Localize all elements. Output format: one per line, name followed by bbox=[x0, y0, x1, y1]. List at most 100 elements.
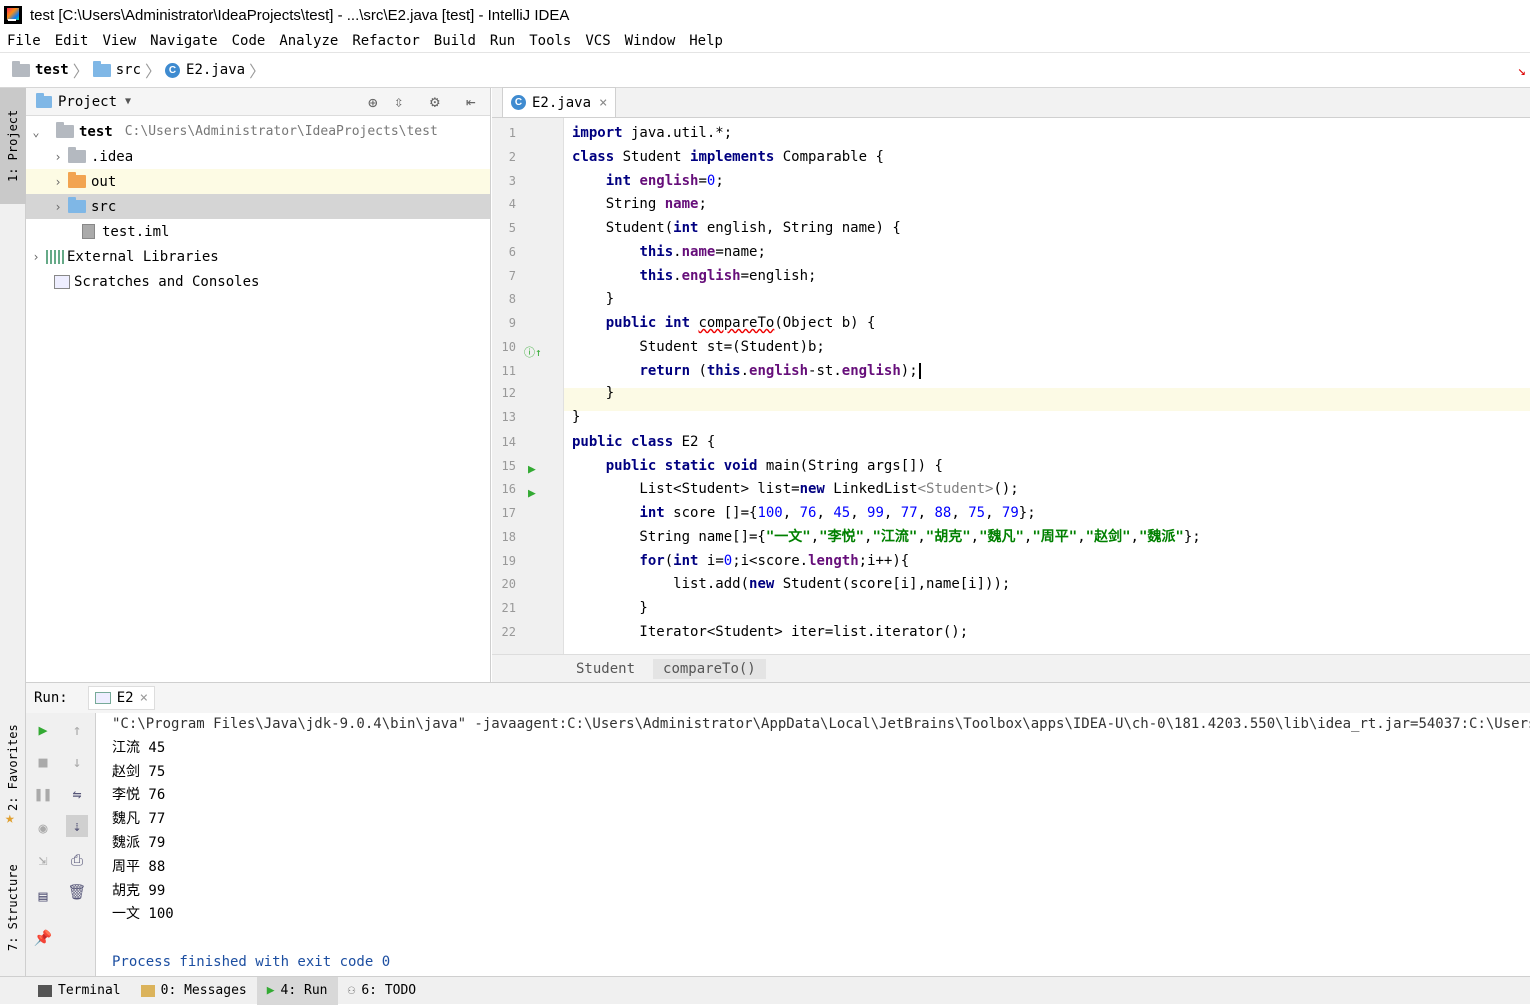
scratches-icon bbox=[54, 274, 70, 289]
menu-file[interactable]: File bbox=[0, 33, 48, 49]
tree-external-libraries[interactable]: › External Libraries bbox=[26, 244, 490, 269]
run-icon: ▶ bbox=[266, 983, 275, 998]
tree-item-out[interactable]: › out bbox=[26, 169, 490, 194]
menu-vcs[interactable]: VCS bbox=[578, 33, 617, 49]
breadcrumb-project[interactable]: test 〉 bbox=[12, 58, 89, 82]
left-tool-strip: 1: Project 2: Favorites ★ 7: Structure bbox=[0, 88, 26, 976]
folder-icon bbox=[68, 197, 86, 213]
run-panel: Run: E2 × ▶ ■ ❚❚ ◉ ⇲ ▤ 📌 ↑ ↓ ⇋ ⇣ ⎙ 🗑 "C:… bbox=[26, 682, 1530, 977]
console-line: 赵剑 75 bbox=[112, 763, 166, 780]
code-line: } bbox=[572, 291, 615, 307]
tree-item-src[interactable]: › src bbox=[26, 194, 490, 219]
chevron-right-icon: 〉 bbox=[145, 62, 162, 81]
code-line: List<Student> list=new LinkedList<Studen… bbox=[572, 481, 1019, 497]
tab-project[interactable]: 1: Project bbox=[0, 88, 26, 204]
console-output[interactable]: "C:\Program Files\Java\jdk-9.0.4\bin\jav… bbox=[112, 713, 1530, 977]
stop-icon[interactable]: ■ bbox=[32, 751, 54, 773]
pause-icon[interactable]: ❚❚ bbox=[32, 783, 54, 805]
arrow-up-icon[interactable]: ↑ bbox=[66, 719, 88, 741]
tab-e2-java[interactable]: C E2.java × bbox=[502, 87, 617, 117]
menu-bar: File Edit View Navigate Code Analyze Ref… bbox=[0, 30, 1530, 52]
close-icon[interactable]: × bbox=[140, 690, 148, 706]
caret-down-icon[interactable]: ▼ bbox=[125, 96, 131, 107]
trash-icon[interactable]: 🗑 bbox=[66, 881, 88, 903]
menu-edit[interactable]: Edit bbox=[48, 33, 96, 49]
line-number: 7 bbox=[508, 269, 516, 283]
chevron-right-icon[interactable]: › bbox=[48, 175, 68, 189]
menu-navigate[interactable]: Navigate bbox=[143, 33, 224, 49]
tool-terminal[interactable]: Terminal bbox=[0, 977, 131, 1005]
menu-code[interactable]: Code bbox=[225, 33, 273, 49]
chevron-right-icon[interactable]: › bbox=[26, 250, 46, 264]
hide-panel-icon[interactable]: ⇤ bbox=[466, 92, 476, 111]
editor-tabs: C E2.java × bbox=[492, 87, 1530, 118]
tool-run[interactable]: ▶ 4: Run bbox=[256, 976, 338, 1005]
code-line: this.english=english; bbox=[639, 268, 817, 284]
tree-item-idea[interactable]: › .idea bbox=[26, 144, 490, 169]
menu-help[interactable]: Help bbox=[682, 33, 730, 49]
layout-icon[interactable]: ▤ bbox=[32, 885, 54, 907]
chevron-right-icon[interactable]: › bbox=[48, 150, 68, 164]
menu-view[interactable]: View bbox=[95, 33, 143, 49]
status-bar: Terminal 0: Messages ▶ 4: Run ⚇ 6: TODO bbox=[0, 976, 1530, 1005]
line-number: 17 bbox=[501, 506, 516, 520]
line-number: 22 bbox=[501, 625, 516, 639]
close-icon[interactable]: × bbox=[599, 95, 607, 111]
file-icon bbox=[82, 224, 95, 239]
code-line: public static void main(String args[]) { bbox=[605, 458, 943, 474]
menu-analyze[interactable]: Analyze bbox=[272, 33, 345, 49]
gear-icon[interactable]: ⚙ bbox=[430, 92, 440, 111]
crumb-method[interactable]: compareTo() bbox=[653, 658, 766, 679]
breadcrumb-src[interactable]: src 〉 bbox=[92, 58, 162, 82]
locate-icon[interactable]: ⊕ bbox=[368, 93, 378, 112]
print-icon[interactable]: ⎙ bbox=[66, 849, 88, 871]
menu-build[interactable]: Build bbox=[427, 33, 483, 49]
java-class-icon: C bbox=[511, 95, 526, 110]
login-icon[interactable]: ⇲ bbox=[32, 849, 54, 871]
console-line: 魏派 79 bbox=[112, 834, 166, 851]
tab-structure[interactable]: 7: Structure bbox=[0, 848, 26, 968]
tool-messages[interactable]: 0: Messages bbox=[131, 977, 257, 1005]
tool-todo[interactable]: ⚇ 6: TODO bbox=[338, 977, 427, 1005]
window-title: test [C:\Users\Administrator\IdeaProject… bbox=[30, 6, 570, 24]
camera-icon[interactable]: ◉ bbox=[32, 817, 54, 839]
line-number: 19 bbox=[501, 554, 516, 568]
menu-refactor[interactable]: Refactor bbox=[345, 33, 426, 49]
code-line: int score []={100, 76, 45, 99, 77, 88, 7… bbox=[639, 505, 1036, 521]
chevron-right-icon[interactable]: › bbox=[48, 200, 68, 214]
project-view-selector[interactable]: Project bbox=[58, 94, 117, 110]
editor-area: C E2.java × 1 2 3 4 5 6 7 8 9 10 11 12 13 14 15 16 17 18 1… bbox=[492, 87, 1530, 682]
chevron-down-icon[interactable]: ⌄ bbox=[26, 125, 46, 139]
line-number: 2 bbox=[508, 150, 516, 164]
tree-item-iml[interactable]: test.iml bbox=[26, 219, 490, 244]
collapse-all-icon[interactable]: ⇳ bbox=[394, 92, 404, 111]
tree-scratches[interactable]: Scratches and Consoles bbox=[26, 269, 490, 294]
tree-root[interactable]: ⌄ test C:\Users\Administrator\IdeaProjec… bbox=[26, 119, 490, 144]
menu-window[interactable]: Window bbox=[618, 33, 683, 49]
project-panel: Project ▼ ⊕ ⇳ ⚙ ⇤ ⌄ test C:\Users\Admini… bbox=[26, 88, 491, 682]
menu-run[interactable]: Run bbox=[483, 33, 522, 49]
line-number: 10 bbox=[501, 340, 516, 354]
folder-icon bbox=[12, 60, 30, 77]
code-line: for(int i=0;i<score.length;i++){ bbox=[639, 553, 910, 569]
run-class-icon[interactable]: ▶ bbox=[528, 462, 536, 477]
line-number: 1 bbox=[508, 126, 516, 140]
breadcrumb-file[interactable]: C E2.java 〉 bbox=[165, 58, 265, 82]
code-view[interactable]: import java.util.*; class Student implem… bbox=[564, 118, 1530, 654]
rerun-icon[interactable]: ▶ bbox=[32, 719, 54, 741]
code-line: } bbox=[572, 600, 648, 616]
line-number: 15 bbox=[501, 459, 516, 473]
run-tab-e2[interactable]: E2 × bbox=[87, 686, 156, 710]
implements-marker-icon[interactable]: ⓘ↑ bbox=[524, 344, 542, 360]
code-line: this.name=name; bbox=[639, 244, 766, 260]
arrow-down-icon[interactable]: ↘ bbox=[1518, 63, 1526, 79]
console-line: 魏凡 77 bbox=[112, 811, 166, 828]
pin-icon[interactable]: 📌 bbox=[32, 927, 54, 949]
soft-wrap-icon[interactable]: ⇋ bbox=[66, 783, 88, 805]
crumb-class[interactable]: Student bbox=[576, 661, 635, 677]
arrow-down-icon[interactable]: ↓ bbox=[66, 751, 88, 773]
run-main-icon[interactable]: ▶ bbox=[528, 486, 536, 501]
scroll-to-end-icon[interactable]: ⇣ bbox=[66, 815, 88, 837]
code-line: Student st=(Student)b; bbox=[572, 339, 825, 355]
menu-tools[interactable]: Tools bbox=[522, 33, 578, 49]
